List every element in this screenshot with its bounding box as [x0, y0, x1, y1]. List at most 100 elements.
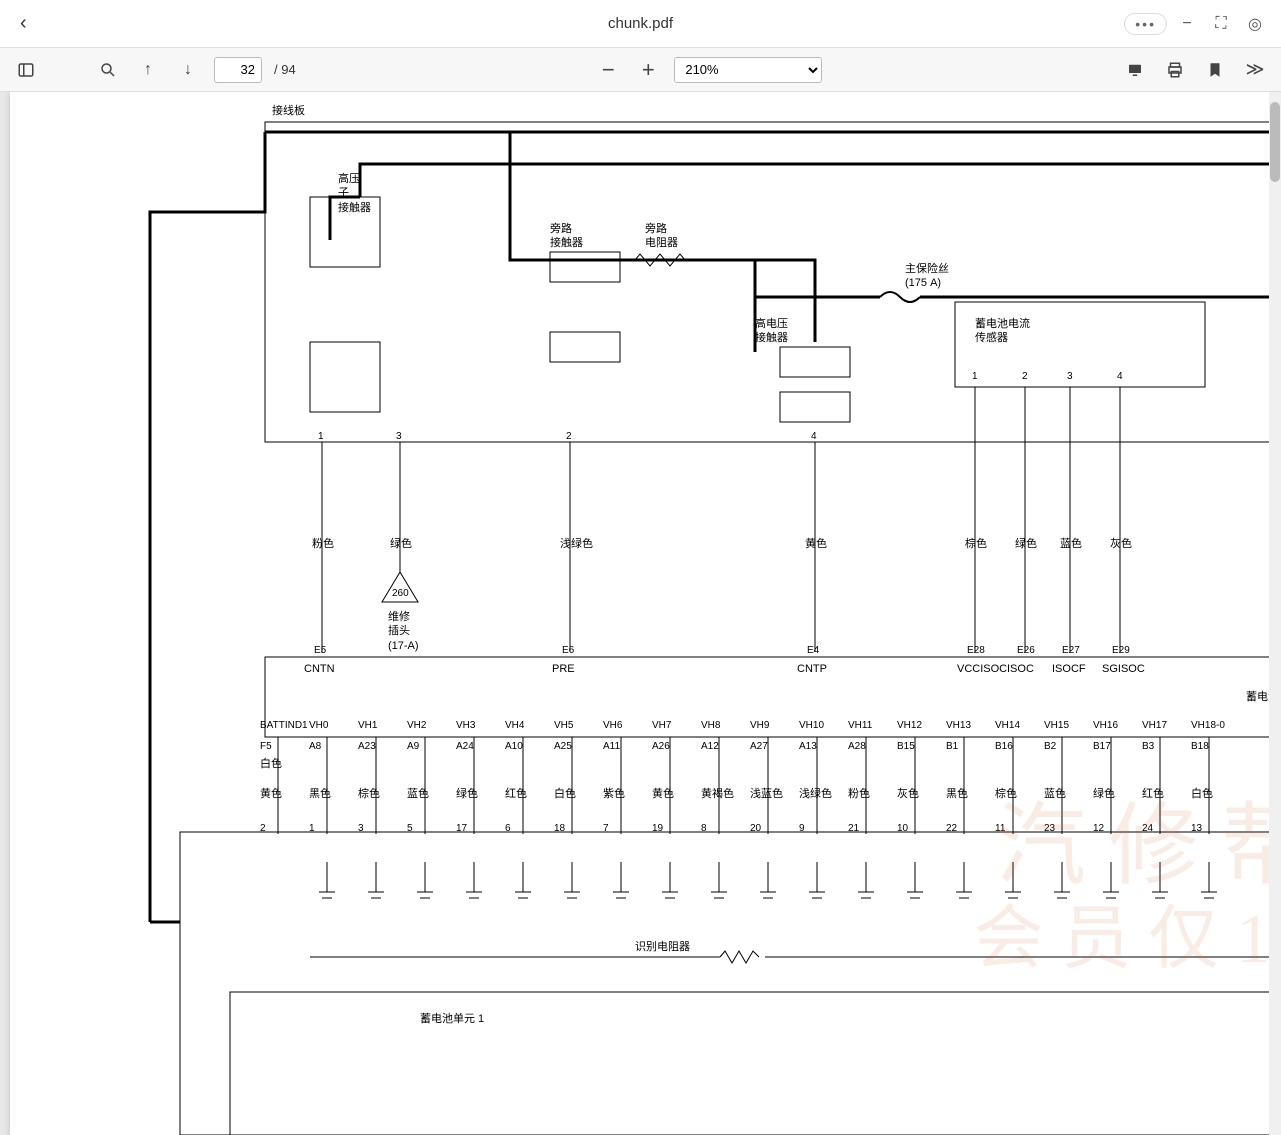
label-main-fuse: 主保险丝 (175 A): [905, 262, 949, 291]
grid-label: VH0: [309, 719, 328, 732]
grid-label: B17: [1093, 740, 1111, 753]
close-button[interactable]: ◎: [1241, 10, 1269, 38]
grid-label: 蓝色: [1044, 787, 1066, 801]
sensor-pin: 1: [972, 370, 978, 383]
grid-label: B2: [1044, 740, 1056, 753]
grid-label: VH1: [358, 719, 377, 732]
grid-label: VH11: [848, 719, 872, 732]
grid-label: 2: [260, 822, 266, 835]
grid-label: VH18-0: [1191, 719, 1225, 732]
grid-label: 棕色: [995, 787, 1017, 801]
grid-label: VH16: [1093, 719, 1118, 732]
window-controls: ••• − ⛶ ◎: [1124, 10, 1269, 38]
vertical-scrollbar[interactable]: [1269, 92, 1281, 1135]
back-button[interactable]: ‹: [12, 8, 35, 39]
signal-name: CNTP: [797, 662, 827, 676]
maximize-button[interactable]: ⛶: [1207, 10, 1235, 38]
wire-color: 棕色: [965, 537, 987, 551]
zoom-in-button[interactable]: +: [634, 56, 662, 84]
mid-pin: 4: [811, 430, 817, 443]
more-tools-button[interactable]: ≫: [1241, 56, 1269, 84]
grid-label: VH5: [554, 719, 573, 732]
grid-label: 18: [554, 822, 565, 835]
grid-label: A13: [799, 740, 817, 753]
zoom-select[interactable]: 210%: [674, 57, 822, 83]
toolbar: ↑ ↓ / 94 − + 210% ≫: [0, 48, 1281, 92]
next-page-button[interactable]: ↓: [174, 56, 202, 84]
grid-label: A9: [407, 740, 419, 753]
wire-color: 蓝色: [1060, 537, 1082, 551]
mid-pin: 3: [396, 430, 402, 443]
grid-label: A11: [603, 740, 620, 753]
signal-name: CNTN: [304, 662, 335, 676]
wire-color: 黄色: [805, 537, 827, 551]
minimize-button[interactable]: −: [1173, 10, 1201, 38]
sidebar-toggle-button[interactable]: [12, 56, 40, 84]
grid-label: 7: [603, 822, 609, 835]
signal-name: PRE: [552, 662, 575, 676]
grid-label: 21: [848, 822, 859, 835]
grid-label: VH17: [1142, 719, 1167, 732]
title-bar: ‹ chunk.pdf ••• − ⛶ ◎: [0, 0, 1281, 48]
sensor-pin: 4: [1117, 370, 1123, 383]
grid-label: 黑色: [946, 787, 968, 801]
grid-label: A10: [505, 740, 523, 753]
watermark-line1: 汽 修 帮: [996, 772, 1281, 902]
grid-label: 3: [358, 822, 364, 835]
connector-id: E5: [314, 644, 326, 657]
grid-label: A12: [701, 740, 719, 753]
prev-page-button[interactable]: ↑: [134, 56, 162, 84]
document-viewport[interactable]: 接线板 高压 子 接触器 旁路 接触器 旁路 电阻器 高电压 接触器 主保险丝 …: [0, 92, 1281, 1135]
connector-id: E29: [1112, 644, 1130, 657]
signal-name: ISOCF: [1052, 662, 1086, 676]
grid-label: B15: [897, 740, 915, 753]
grid-label: 1: [309, 822, 315, 835]
grid-label: 22: [946, 822, 957, 835]
label-service-plug: 维修 插头 (17-A): [388, 610, 419, 653]
label-hv-contactor2: 高电压 接触器: [755, 317, 788, 346]
grid-label: 24: [1142, 822, 1153, 835]
grid-label: A25: [554, 740, 572, 753]
grid-label: 黄褐色: [701, 787, 734, 801]
grid-label: 白色: [554, 787, 576, 801]
grid-label: 19: [652, 822, 663, 835]
sensor-pin: 2: [1022, 370, 1028, 383]
wire-color: 粉色: [312, 537, 334, 551]
grid-label: 20: [750, 822, 761, 835]
connector-id: E28: [967, 644, 985, 657]
grid-label: VH15: [1044, 719, 1069, 732]
label-hv-contactor: 高压 子 接触器: [338, 172, 371, 215]
sensor-pin: 3: [1067, 370, 1073, 383]
page-total-label: / 94: [274, 62, 296, 77]
connector-id: E26: [1017, 644, 1035, 657]
grid-label: VH7: [652, 719, 671, 732]
watermark-line2: 会 员 仅 168: [974, 882, 1281, 983]
presentation-button[interactable]: [1121, 56, 1149, 84]
signal-name: ISOC: [1007, 662, 1034, 676]
grid-label: VH12: [897, 719, 922, 732]
wire-color: 灰色: [1110, 537, 1132, 551]
signal-name: SGISOC: [1102, 662, 1145, 676]
grid-label: 黄色: [260, 787, 282, 801]
page-number-input[interactable]: [214, 57, 262, 83]
bookmark-button[interactable]: [1201, 56, 1229, 84]
more-menu-button[interactable]: •••: [1124, 13, 1167, 35]
scrollbar-thumb[interactable]: [1270, 102, 1280, 182]
grid-label: A26: [652, 740, 670, 753]
grid-label: A27: [750, 740, 768, 753]
grid-label: VH6: [603, 719, 622, 732]
grid-label: 黑色: [309, 787, 331, 801]
grid-label: A23: [358, 740, 376, 753]
print-button[interactable]: [1161, 56, 1189, 84]
grid-label: VH3: [456, 719, 475, 732]
grid-label: 紫色: [603, 787, 625, 801]
grid-label: 绿色: [456, 787, 478, 801]
grid-label: VH2: [407, 719, 426, 732]
grid-label: VH8: [701, 719, 720, 732]
zoom-out-button[interactable]: −: [594, 56, 622, 84]
grid-label: 红色: [505, 787, 527, 801]
wire-color: 绿色: [1015, 537, 1037, 551]
label-bypass-resistor: 旁路 电阻器: [645, 222, 678, 251]
grid-label: 粉色: [848, 787, 870, 801]
search-button[interactable]: [94, 56, 122, 84]
